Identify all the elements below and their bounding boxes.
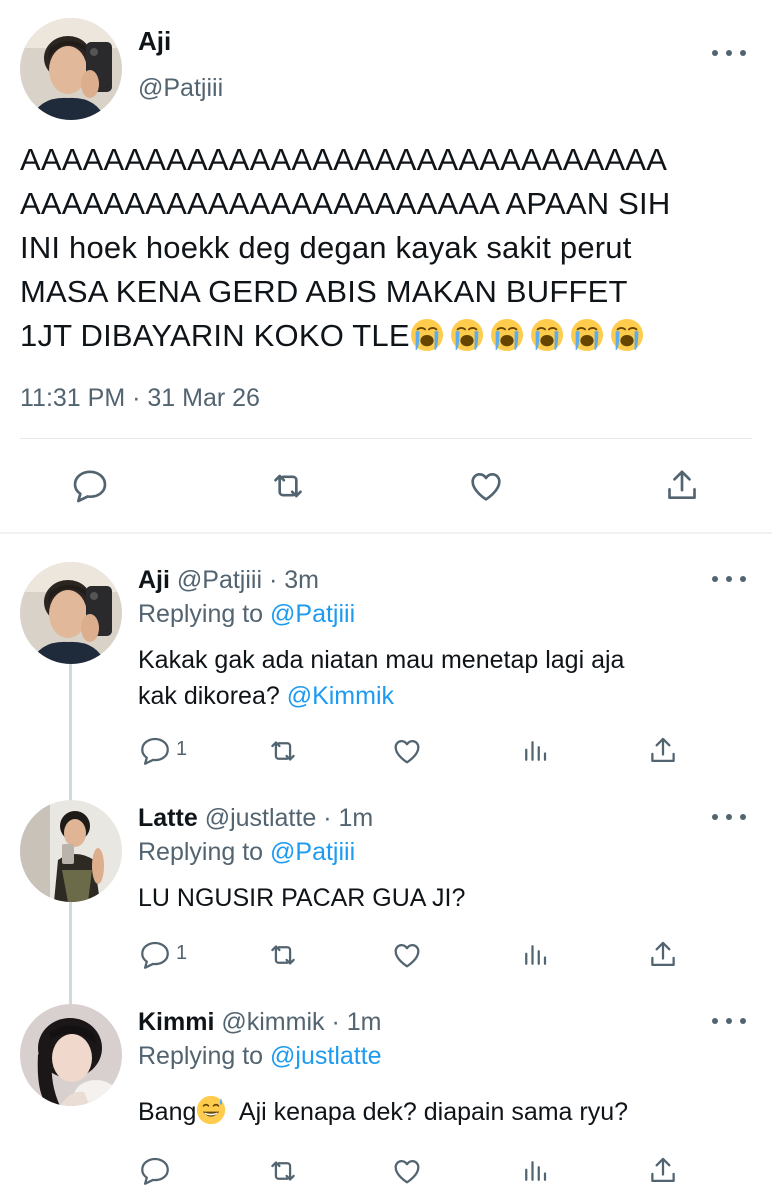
reply-tweet[interactable]: Latte @justlatte · 1m Replying to @Patji… [0,798,772,998]
reply-text: Bang Aji kenapa dek? diapain sama ryu? [138,1094,738,1130]
replying-prefix: Replying to [138,838,271,866]
reply-text-line: Kakak gak ada niatan mau menetap lagi aj… [138,646,625,674]
like-icon[interactable] [390,938,424,972]
replying-to-mention[interactable]: @justlatte [270,1042,382,1070]
reply-icon[interactable] [70,466,110,506]
reply-text-suffix: Aji kenapa dek? diapain sama ryu? [226,1098,629,1126]
analytics-icon[interactable] [520,1154,550,1188]
loudly-crying-face-emoji-icon [450,318,483,352]
more-options-icon[interactable] [712,573,746,585]
reply-author-name[interactable]: Latte [138,804,198,832]
reply-tweet[interactable]: Kimmi @kimmik · 1m Replying to @justlatt… [0,1002,772,1200]
avatar[interactable] [20,800,122,902]
retweet-icon[interactable] [264,734,302,768]
like-icon[interactable] [390,1154,424,1188]
reply-header: Kimmi @kimmik · 1m [138,1008,381,1037]
reply-author-handle[interactable]: @justlatte [205,804,317,832]
more-options-icon[interactable] [712,47,746,59]
reply-icon[interactable] [138,938,172,972]
more-options-icon[interactable] [712,811,746,823]
reply-header: Aji @Patjiii · 3m [138,566,319,595]
author-handle[interactable]: @Patjiii [138,74,223,103]
reply-count: 1 [176,738,188,760]
reply-icon[interactable] [138,734,172,768]
retweet-icon[interactable] [266,466,310,506]
replying-prefix: Replying to [138,600,271,628]
grinning-sweat-emoji-icon [197,1095,226,1125]
tweet-timestamp[interactable]: 11:31 PM · 31 Mar 26 [20,384,260,413]
reply-time[interactable]: · 1m [323,804,373,832]
reply-text-line: kak dikorea? @Kimmik [138,678,738,714]
reply-author-handle[interactable]: @Patjiii [177,566,262,594]
reply-author-name[interactable]: Kimmi [138,1008,214,1036]
avatar[interactable] [20,18,122,120]
analytics-icon[interactable] [520,734,550,768]
reply-text: LU NGUSIR PACAR GUA JI? [138,884,466,912]
tweet-thread-page: Aji @Patjiii AAAAAAAAAAAAAAAAAAAAAAAAAAA… [0,0,772,1200]
avatar[interactable] [20,1004,122,1106]
replying-prefix: Replying to [138,1042,271,1070]
retweet-icon[interactable] [264,1154,302,1188]
loudly-crying-face-emoji-icon [410,318,443,352]
retweet-icon[interactable] [264,938,302,972]
share-icon[interactable] [646,938,680,972]
share-icon[interactable] [646,734,680,768]
reply-time[interactable]: · 3m [269,566,319,594]
author-name[interactable]: Aji [138,26,171,57]
share-icon[interactable] [662,466,702,506]
analytics-icon[interactable] [520,938,550,972]
reply-text: Kakak gak ada niatan mau menetap lagi aj… [138,642,738,714]
section-separator [0,532,772,534]
like-icon[interactable] [390,734,424,768]
replying-to-mention[interactable]: @Patjiii [270,600,355,628]
crying-emoji-group [410,318,650,353]
replying-to: Replying to @Patjiii [138,600,355,629]
share-icon[interactable] [646,1154,680,1188]
loudly-crying-face-emoji-icon [490,318,523,352]
divider [20,438,752,439]
reply-count: 1 [176,942,188,964]
loudly-crying-face-emoji-icon [610,318,643,352]
replying-to-mention[interactable]: @Patjiii [270,838,355,866]
reply-text-prefix: kak dikorea? [138,682,287,710]
replying-to: Replying to @justlatte [138,1042,382,1071]
like-icon[interactable] [466,466,506,506]
mention-link[interactable]: @Kimmik [287,682,394,710]
tweet-text: AAAAAAAAAAAAAAAAAAAAAAAAAAAAAAA AAAAAAAA… [20,138,760,358]
main-tweet: Aji @Patjiii AAAAAAAAAAAAAAAAAAAAAAAAAAA… [0,0,772,533]
avatar[interactable] [20,562,122,664]
reply-time[interactable]: · 1m [331,1008,381,1036]
reply-author-handle[interactable]: @kimmik [221,1008,324,1036]
more-options-icon[interactable] [712,1015,746,1027]
reply-header: Latte @justlatte · 1m [138,804,373,833]
reply-text-prefix: Bang [138,1098,197,1126]
reply-author-name[interactable]: Aji [138,566,170,594]
replying-to: Replying to @Patjiii [138,838,355,867]
loudly-crying-face-emoji-icon [530,318,563,352]
reply-icon[interactable] [138,1154,172,1188]
loudly-crying-face-emoji-icon [570,318,603,352]
reply-tweet[interactable]: Aji @Patjiii · 3m Replying to @Patjiii K… [0,560,772,790]
